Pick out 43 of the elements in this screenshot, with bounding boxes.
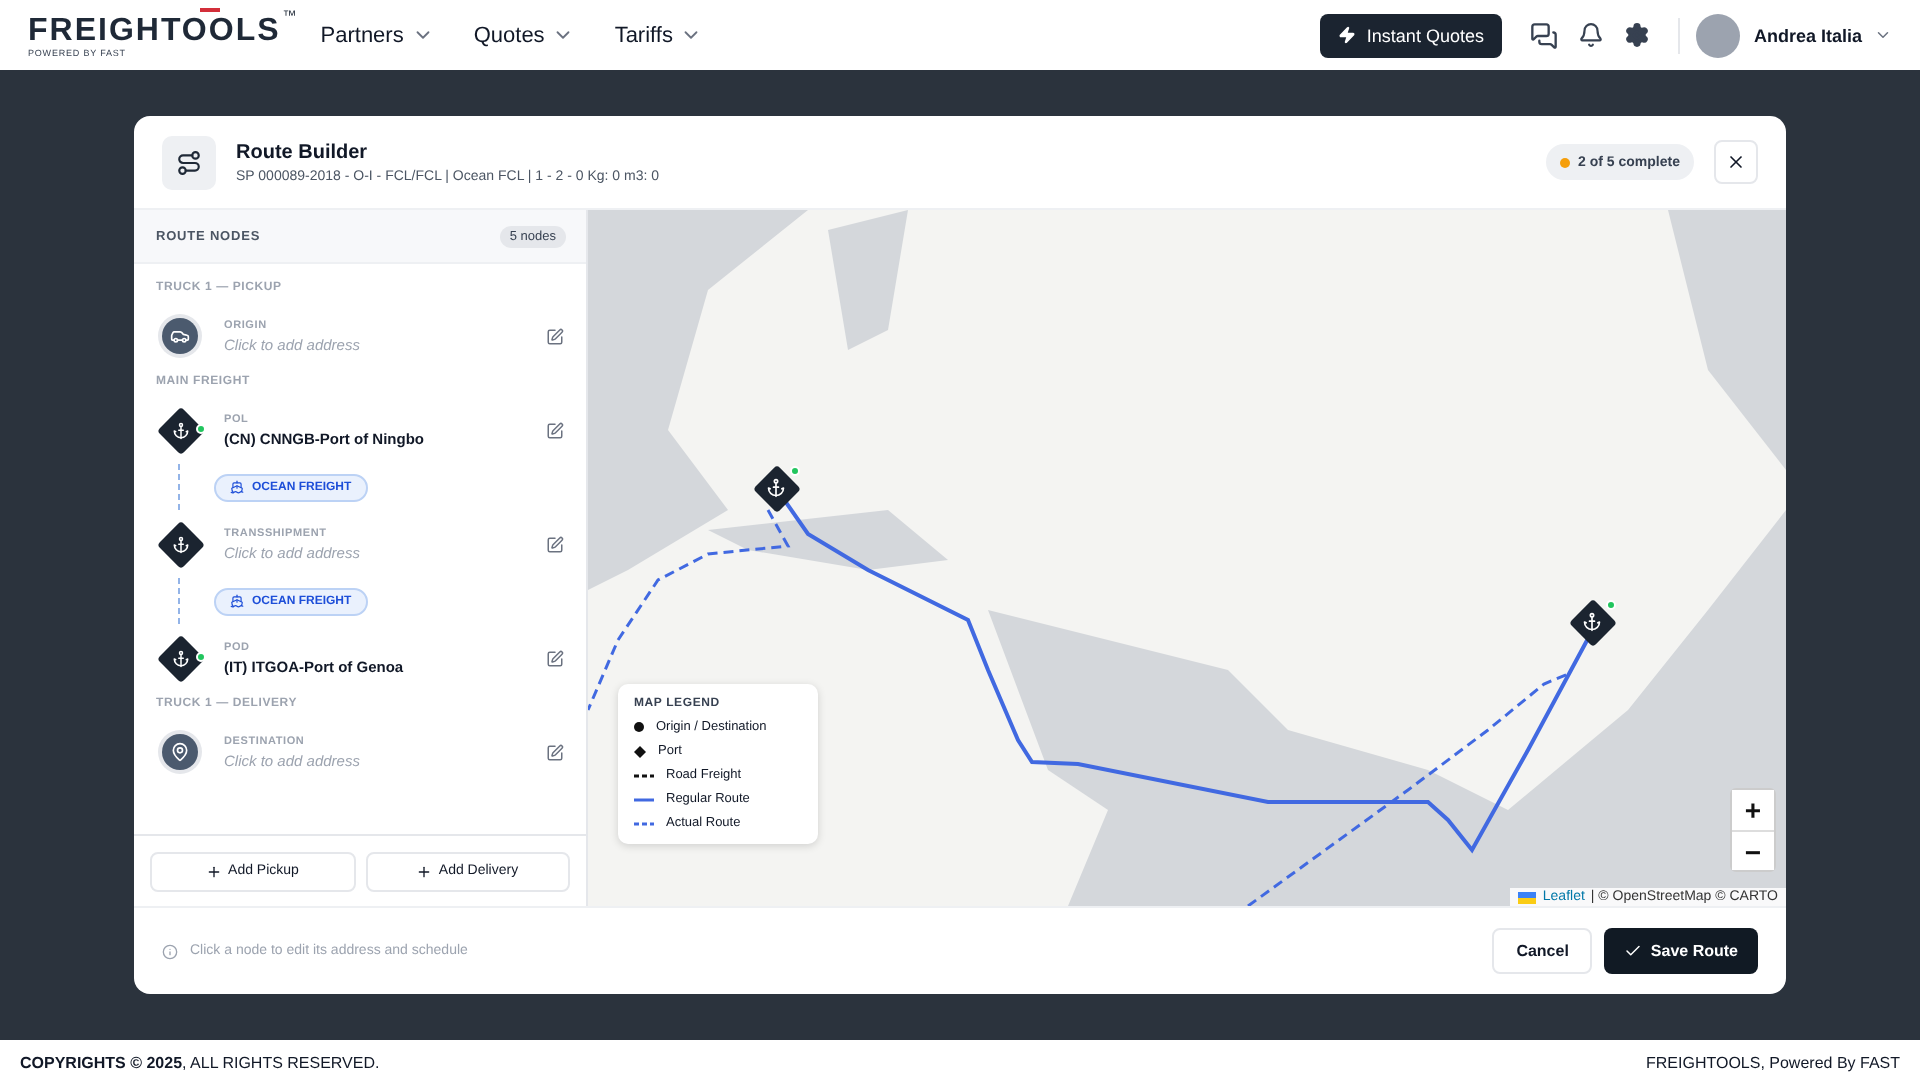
avatar[interactable] (1695, 13, 1740, 57)
dot-icon (634, 722, 644, 732)
edit-icon[interactable] (546, 327, 564, 345)
nav-menu[interactable]: Quotes (473, 23, 575, 47)
diamond-icon (634, 745, 646, 757)
instant-quotes-button[interactable]: Instant Quotes (1320, 13, 1502, 57)
edit-icon[interactable] (546, 421, 564, 439)
nav-menu[interactable]: Partners (320, 23, 434, 47)
route-icon (162, 135, 216, 189)
close-icon (1726, 152, 1746, 172)
anchor-icon (1582, 612, 1602, 632)
map-pin-icon (162, 734, 198, 770)
plus-icon (416, 863, 433, 879)
edit-icon[interactable] (546, 743, 564, 761)
logo[interactable]: FREIGHTOOLS (28, 13, 281, 47)
bell-icon[interactable] (1577, 22, 1604, 48)
edit-icon[interactable] (546, 535, 564, 553)
ship-icon (230, 480, 244, 494)
zoom-out-button[interactable]: − (1732, 830, 1774, 870)
copyright-text: COPYRIGHTS © 2025, ALL RIGHTS RESERVED. (20, 1054, 380, 1072)
lightning-icon (1338, 26, 1357, 44)
edit-icon[interactable] (546, 649, 564, 667)
flag-icon (1518, 891, 1537, 903)
save-route-button[interactable]: Save Route (1604, 928, 1758, 974)
info-icon (162, 943, 178, 959)
user-menu[interactable]: Andrea Italia (1753, 25, 1892, 45)
chevron-down-icon (1874, 26, 1892, 44)
nav-menu[interactable]: Tariffs (614, 23, 703, 47)
car-icon (162, 318, 198, 354)
ship-icon (230, 594, 244, 608)
footer-brand: FREIGHTOOLS, Powered By FAST (1646, 1054, 1900, 1072)
dialog-title: Route Builder (236, 141, 370, 163)
settings-icon[interactable] (1623, 22, 1650, 48)
dashed-line-icon (634, 821, 654, 825)
plus-icon (206, 863, 223, 879)
line-icon (634, 797, 654, 801)
dashed-line-icon (634, 773, 654, 777)
chat-icon[interactable] (1529, 21, 1558, 49)
anchor-icon (766, 478, 786, 498)
cancel-button[interactable]: Cancel (1492, 928, 1593, 974)
close-button[interactable] (1714, 140, 1758, 184)
check-icon (1624, 942, 1643, 960)
logo-accent (200, 7, 220, 11)
